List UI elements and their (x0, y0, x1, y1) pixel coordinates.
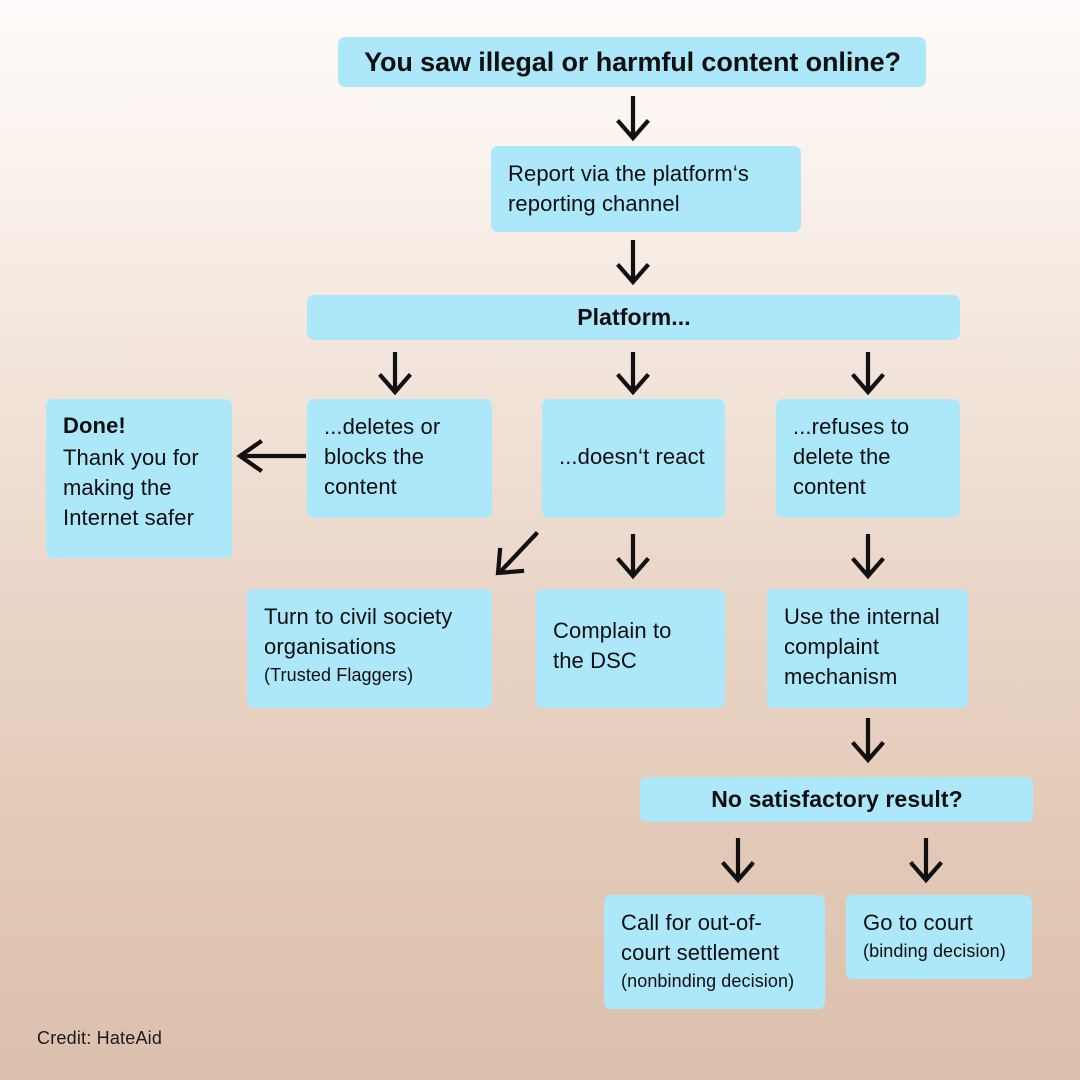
flowchart-canvas: You saw illegal or harmful content onlin… (0, 0, 1080, 1080)
node-internal-complaint-line3: mechanism (784, 664, 898, 689)
node-refuses-line3: content (793, 474, 866, 499)
node-out-of-court-settlement: Call for out-of- court settlement (nonbi… (604, 895, 825, 1009)
arrow-start-to-report (616, 96, 650, 142)
node-done-line2: making the (63, 475, 172, 500)
node-civil-society-line2: organisations (264, 634, 397, 659)
node-civil-society-note: (Trusted Flaggers) (264, 665, 414, 685)
node-refuses-line2: delete the (793, 444, 891, 469)
node-deletes-line3: content (324, 474, 397, 499)
arrow-report-to-platform (616, 240, 650, 286)
node-deletes-line2: blocks the (324, 444, 425, 469)
node-complain-dsc-line1: Complain to (553, 618, 672, 643)
node-go-to-court: Go to court (binding decision) (846, 895, 1032, 979)
arrow-refuses-to-internal (851, 534, 885, 580)
node-start: You saw illegal or harmful content onlin… (338, 37, 926, 87)
node-go-to-court-note: (binding decision) (863, 941, 1006, 961)
node-go-to-court-line1: Go to court (863, 910, 973, 935)
node-civil-society-line1: Turn to civil society (264, 604, 453, 629)
node-internal-complaint-line2: complaint (784, 634, 880, 659)
node-done-headline: Done! (63, 413, 126, 438)
node-internal-complaint-line1: Use the internal (784, 604, 940, 629)
arrow-no-satisfactory-to-court (909, 838, 943, 884)
arrow-deletes-to-civil (495, 531, 539, 576)
node-deletes: ...deletes or blocks the content (307, 399, 492, 518)
node-done: Done! Thank you for making the Internet … (46, 399, 232, 558)
node-report-line2: reporting channel (508, 191, 680, 216)
node-internal-complaint: Use the internal complaint mechanism (767, 589, 968, 708)
node-start-label: You saw illegal or harmful content onlin… (364, 47, 901, 77)
arrow-doesnt-react-to-dsc (616, 534, 650, 580)
node-report-line1: Report via the platform‘s (508, 161, 749, 186)
credit-label: Credit: HateAid (37, 1028, 163, 1048)
arrow-platform-to-deletes (378, 352, 412, 396)
arrow-platform-to-refuses (851, 352, 885, 396)
arrow-internal-to-no-satisfactory (851, 718, 885, 764)
arrow-platform-to-noreact (616, 352, 650, 396)
node-refuses-line1: ...refuses to (793, 414, 910, 439)
node-complain-dsc-line2: the DSC (553, 648, 637, 673)
node-out-of-court-settlement-note: (nonbinding decision) (621, 971, 795, 991)
node-out-of-court-settlement-line2: court settlement (621, 940, 780, 965)
node-deletes-line1: ...deletes or (324, 414, 441, 439)
node-doesnt-react-label: ...doesn‘t react (559, 444, 705, 469)
arrow-no-satisfactory-to-settlement (721, 838, 755, 884)
node-civil-society: Turn to civil society organisations (Tru… (247, 589, 492, 708)
node-doesnt-react: ...doesn‘t react (542, 399, 725, 518)
node-refuses: ...refuses to delete the content (776, 399, 960, 518)
node-done-line1: Thank you for (63, 445, 199, 470)
node-out-of-court-settlement-line1: Call for out-of- (621, 910, 762, 935)
node-platform: Platform... (307, 295, 960, 340)
node-no-satisfactory-result-label: No satisfactory result? (711, 786, 963, 812)
node-report: Report via the platform‘s reporting chan… (491, 146, 801, 232)
node-complain-dsc: Complain to the DSC (536, 589, 725, 708)
arrow-deletes-to-done (236, 439, 306, 473)
node-platform-label: Platform... (577, 304, 691, 330)
node-done-line3: Internet safer (63, 505, 195, 530)
node-no-satisfactory-result: No satisfactory result? (640, 777, 1033, 822)
